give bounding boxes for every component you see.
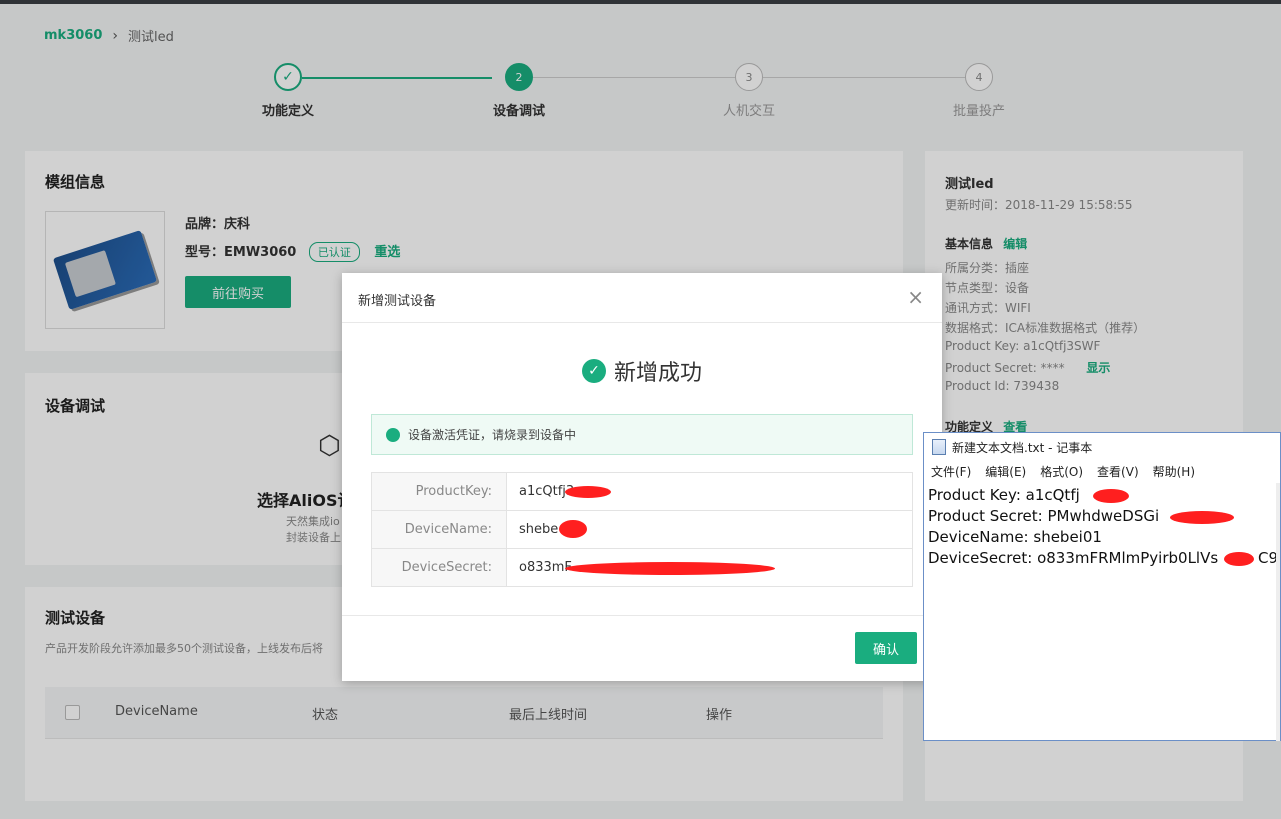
close-icon[interactable]: ×: [907, 285, 924, 309]
cred-key: DeviceName:: [371, 510, 507, 549]
cred-key: DeviceSecret:: [371, 548, 507, 587]
cred-value[interactable]: o833mF: [519, 560, 572, 575]
menu-edit[interactable]: 编辑(E): [985, 463, 1026, 483]
text-line: DeviceSecret: o833mFRMlmPyirb0LlVs C9: [928, 548, 1278, 569]
text-line-content: DeviceSecret: o833mFRMlmPyirb0LlVs: [928, 549, 1219, 567]
notice-text: 设备激活凭证，请烧录到设备中: [408, 428, 577, 442]
menu-help[interactable]: 帮助(H): [1153, 463, 1195, 483]
notepad-window: 新建文本文档.txt - 记事本 文件(F) 编辑(E) 格式(O) 查看(V)…: [923, 432, 1281, 741]
menu-file[interactable]: 文件(F): [931, 463, 971, 483]
table-row: DeviceSecret: o833mF: [371, 548, 913, 587]
text-line-content: Product Secret: PMwhdweDSGi: [928, 507, 1160, 525]
check-circle-icon: ✓: [581, 359, 606, 383]
notepad-title: 新建文本文档.txt - 记事本: [952, 440, 1093, 455]
redaction-mark: [1224, 552, 1254, 566]
add-test-device-modal: 新增测试设备 × ✓ 新增成功 设备激活凭证，请烧录到设备中 ProductKe…: [342, 273, 942, 681]
notepad-scrollbar[interactable]: [1276, 483, 1280, 741]
cred-key: ProductKey:: [371, 472, 507, 511]
notepad-titlebar[interactable]: 新建文本文档.txt - 记事本: [924, 433, 1281, 461]
redaction-mark: [1093, 489, 1129, 503]
modal-header: 新增测试设备 ×: [342, 273, 942, 323]
notepad-menubar: 文件(F) 编辑(E) 格式(O) 查看(V) 帮助(H): [924, 463, 1281, 483]
success-text: 新增成功: [613, 361, 702, 386]
redaction-mark: [565, 486, 611, 498]
cred-value-cell: shebe: [506, 510, 913, 549]
info-icon: [386, 427, 400, 442]
text-line: Product Key: a1cQtfj: [928, 485, 1218, 506]
success-message: ✓ 新增成功: [342, 355, 942, 387]
modal-footer: 确认: [342, 615, 942, 681]
text-line-content: Product Key: a1cQtfj: [928, 486, 1080, 504]
table-row: DeviceName: shebe: [371, 510, 913, 549]
activation-notice: 设备激活凭证，请烧录到设备中: [371, 414, 913, 455]
notepad-text-area[interactable]: Product Key: a1cQtfj Product Secret: PMw…: [928, 485, 1278, 569]
menu-view[interactable]: 查看(V): [1097, 463, 1139, 483]
text-line-content: DeviceName: shebei01: [928, 528, 1102, 546]
confirm-button[interactable]: 确认: [855, 632, 917, 664]
modal-title: 新增测试设备: [358, 294, 437, 309]
cred-value[interactable]: shebe: [519, 522, 558, 537]
cred-value-cell: a1cQtfj3: [506, 472, 913, 511]
redaction-mark: [1170, 511, 1234, 524]
cred-value-cell: o833mF: [506, 548, 913, 587]
menu-format[interactable]: 格式(O): [1040, 463, 1083, 483]
credentials-table: ProductKey: a1cQtfj3 DeviceName: shebe D…: [371, 472, 913, 587]
text-line: Product Secret: PMwhdweDSGi: [928, 506, 1234, 527]
notepad-icon: [932, 439, 946, 455]
text-line: DeviceName: shebei01: [928, 527, 1218, 548]
redaction-mark: [565, 562, 775, 575]
redaction-mark: [559, 520, 587, 538]
table-row: ProductKey: a1cQtfj3: [371, 472, 913, 511]
